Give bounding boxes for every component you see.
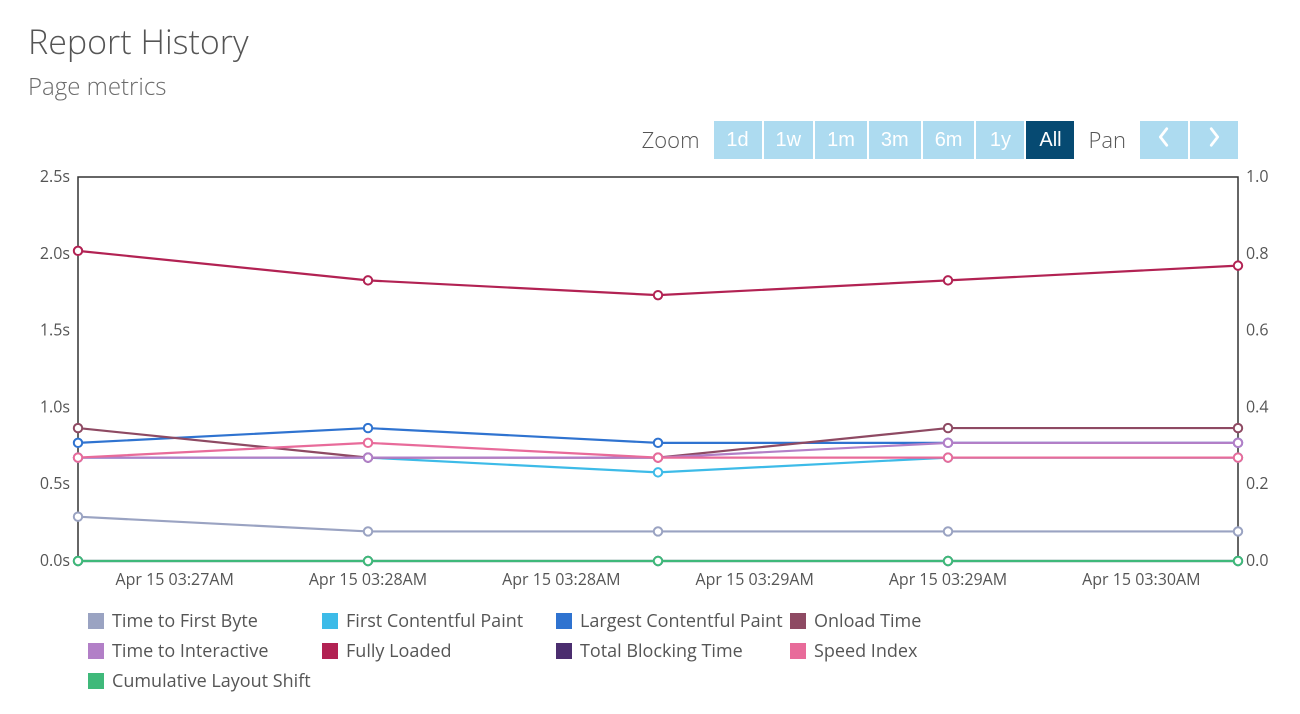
legend-item-fully[interactable]: Fully Loaded xyxy=(322,639,556,663)
svg-text:2.0s: 2.0s xyxy=(40,242,70,264)
zoom-label: Zoom xyxy=(642,125,700,155)
legend-swatch xyxy=(88,643,104,659)
svg-text:1.0: 1.0 xyxy=(1246,169,1269,187)
zoom-button-1d[interactable]: 1d xyxy=(714,121,762,159)
svg-text:0.0s: 0.0s xyxy=(40,549,70,571)
svg-text:Apr 15 03:28AM: Apr 15 03:28AM xyxy=(309,568,427,590)
svg-text:0.0: 0.0 xyxy=(1246,549,1269,571)
legend-item-si[interactable]: Speed Index xyxy=(790,639,1024,663)
svg-text:0.2: 0.2 xyxy=(1246,472,1269,494)
svg-text:0.8: 0.8 xyxy=(1246,242,1269,264)
svg-text:Apr 15 03:27AM: Apr 15 03:27AM xyxy=(115,568,233,590)
pan-right-button[interactable] xyxy=(1190,121,1238,159)
page-subtitle: Page metrics xyxy=(28,70,1272,103)
zoom-button-1y[interactable]: 1y xyxy=(976,121,1024,159)
pan-button-group xyxy=(1140,121,1238,159)
legend-item-lcp[interactable]: Largest Contentful Paint xyxy=(556,609,790,633)
svg-text:0.5s: 0.5s xyxy=(40,472,70,494)
svg-text:1.0s: 1.0s xyxy=(40,395,70,417)
legend-label: Total Blocking Time xyxy=(580,639,743,663)
legend-label: Speed Index xyxy=(814,639,917,663)
zoom-button-all[interactable]: All xyxy=(1026,121,1074,159)
svg-text:2.5s: 2.5s xyxy=(40,169,70,187)
legend-label: Fully Loaded xyxy=(346,639,451,663)
svg-text:Apr 15 03:30AM: Apr 15 03:30AM xyxy=(1082,568,1200,590)
svg-text:Apr 15 03:29AM: Apr 15 03:29AM xyxy=(889,568,1007,590)
legend-label: First Contentful Paint xyxy=(346,609,523,633)
legend-item-ttfb[interactable]: Time to First Byte xyxy=(88,609,322,633)
svg-text:0.6: 0.6 xyxy=(1246,319,1269,341)
legend-swatch xyxy=(322,643,338,659)
pan-label: Pan xyxy=(1088,125,1126,155)
zoom-button-6m[interactable]: 6m xyxy=(923,121,975,159)
svg-text:0.4: 0.4 xyxy=(1246,395,1269,417)
legend-swatch xyxy=(322,613,338,629)
legend-label: Largest Contentful Paint xyxy=(580,609,783,633)
pan-left-button[interactable] xyxy=(1140,121,1188,159)
legend-item-tbt[interactable]: Total Blocking Time xyxy=(556,639,790,663)
legend-label: Time to Interactive xyxy=(112,639,268,663)
zoom-button-3m[interactable]: 3m xyxy=(869,121,921,159)
legend-label: Time to First Byte xyxy=(112,609,258,633)
page-title: Report History xyxy=(28,18,1272,64)
legend-item-fcp[interactable]: First Contentful Paint xyxy=(322,609,556,633)
svg-text:1.5s: 1.5s xyxy=(40,319,70,341)
legend-item-tti[interactable]: Time to Interactive xyxy=(88,639,322,663)
legend-item-onload[interactable]: Onload Time xyxy=(790,609,1024,633)
metrics-chart[interactable]: 0.0s 0.5s 1.0s 1.5s 2.0s 2.5s 0.0 0.2 0.4 0.6 0.8 1… xyxy=(28,169,1272,599)
legend-swatch xyxy=(88,673,104,689)
chevron-left-icon xyxy=(1156,126,1172,154)
legend-swatch xyxy=(790,643,806,659)
legend-swatch xyxy=(556,643,572,659)
zoom-button-group: 1d1w1m3m6m1yAll xyxy=(714,121,1075,159)
chart-controls: Zoom 1d1w1m3m6m1yAll Pan xyxy=(28,121,1272,159)
zoom-button-1w[interactable]: 1w xyxy=(764,121,814,159)
svg-text:Apr 15 03:29AM: Apr 15 03:29AM xyxy=(695,568,813,590)
legend-label: Cumulative Layout Shift xyxy=(112,669,311,693)
legend-swatch xyxy=(88,613,104,629)
legend-swatch xyxy=(790,613,806,629)
chevron-right-icon xyxy=(1206,126,1222,154)
svg-text:Apr 15 03:28AM: Apr 15 03:28AM xyxy=(502,568,620,590)
legend-swatch xyxy=(556,613,572,629)
zoom-button-1m[interactable]: 1m xyxy=(815,121,867,159)
legend-item-cls[interactable]: Cumulative Layout Shift xyxy=(88,669,322,693)
chart-legend: Time to First Byte First Contentful Paint… xyxy=(28,609,1272,693)
legend-label: Onload Time xyxy=(814,609,921,633)
